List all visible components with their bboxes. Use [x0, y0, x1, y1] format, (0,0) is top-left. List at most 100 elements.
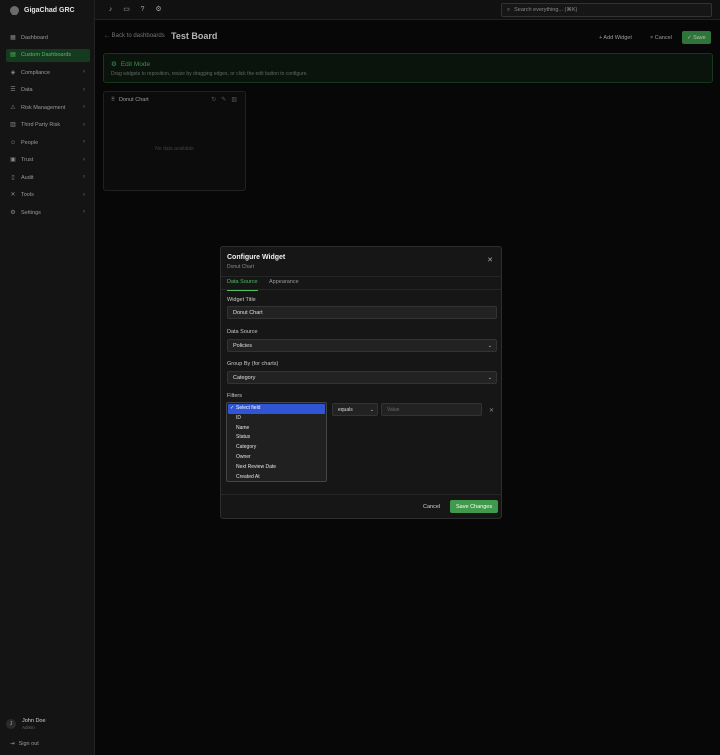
chevron-down-icon: ⌄: [487, 343, 492, 349]
alert-icon: ⚠: [10, 104, 16, 111]
sidebar-item-label: Data: [21, 87, 33, 93]
field-select-dropdown[interactable]: ✓ Select field ID Name Status Category Owner Ne…: [226, 402, 327, 482]
dropdown-option-label: Name: [236, 424, 250, 431]
signout-icon: ⇥: [10, 741, 15, 747]
modal-footer-divider: [221, 494, 501, 495]
check-shield-icon: ◈: [10, 69, 16, 76]
bell-icon[interactable]: ♪: [106, 5, 115, 14]
chevron-right-icon: ›: [83, 209, 85, 215]
modal-cancel-button[interactable]: Cancel: [417, 500, 446, 513]
users-icon: ☺: [10, 139, 17, 146]
group-by-value: Category: [233, 374, 256, 381]
brand[interactable]: GigaChad GRC: [10, 6, 75, 15]
sidebar-item-label: Audit: [21, 174, 34, 181]
data-source-label: Data Source: [227, 329, 258, 335]
search-input[interactable]: ⌕ Search everything... (⌘K): [501, 3, 712, 17]
sidebar-item-risk-management[interactable]: ⚠ Risk Management ›: [6, 101, 90, 114]
topbar: ♪ ▭ ? ⚙ ⌕ Search everything... (⌘K): [95, 0, 720, 20]
lock-icon: ▣: [10, 157, 16, 163]
dropdown-option[interactable]: Name: [227, 424, 326, 434]
data-source-select[interactable]: Policies ⌄: [227, 339, 497, 352]
operator-select[interactable]: equals ⌄: [332, 403, 378, 416]
dropdown-option-label: ID: [236, 414, 241, 421]
sidebar-item-label: Settings: [21, 209, 41, 216]
user-name: John Doe: [22, 718, 46, 724]
modal-tabs: Data Source Appearance: [221, 276, 501, 291]
chevron-right-icon: ›: [83, 191, 85, 198]
widget-title-value: Donut Chart: [233, 309, 263, 316]
sidebar-item-label: Compliance: [21, 69, 51, 76]
modal-title: Configure Widget: [227, 254, 286, 261]
save-changes-button[interactable]: Save Changes: [450, 500, 499, 513]
operator-value: equals: [338, 406, 353, 413]
search-icon: ⌕: [507, 6, 511, 13]
dropdown-option[interactable]: ✓ Select field: [228, 404, 325, 414]
filter-value-placeholder: Value: [387, 406, 400, 413]
dropdown-option[interactable]: Owner: [227, 453, 326, 463]
dropdown-option[interactable]: Created At: [227, 473, 326, 483]
signout-button[interactable]: ⇥ Sign out: [10, 741, 39, 747]
help-icon[interactable]: ?: [138, 5, 147, 14]
dropdown-option-label: Status: [236, 434, 251, 441]
chevron-right-icon: ›: [83, 86, 85, 93]
brand-logo-icon: [10, 6, 19, 15]
user-role: Admin: [22, 725, 35, 730]
remove-filter-icon[interactable]: ✕: [489, 407, 494, 414]
chevron-right-icon: ›: [83, 104, 85, 110]
sidebar-item-compliance[interactable]: ◈ Compliance ›: [6, 66, 90, 79]
dropdown-option-label: Owner: [236, 453, 251, 460]
sidebar-item-label: People: [21, 139, 39, 146]
gear-icon[interactable]: ⚙: [154, 5, 163, 14]
sidebar-item-label: Risk Management: [21, 104, 66, 111]
dropdown-option-label: Category: [236, 444, 257, 451]
sidebar-item-settings[interactable]: ⚙ Settings ›: [6, 206, 90, 219]
sidebar-item-tools[interactable]: ✕ Tools ›: [6, 189, 90, 202]
sidebar-item-trust[interactable]: ▣ Trust ›: [6, 154, 90, 167]
wrench-icon: ✕: [10, 192, 16, 198]
dropdown-option-label: Created At: [236, 473, 260, 480]
data-source-value: Policies: [233, 342, 252, 349]
sidebar: GigaChad GRC ▦ Dashboard ▤ Custom Dashboard…: [0, 0, 95, 755]
group-by-select[interactable]: Category ⌄: [227, 371, 497, 384]
user-profile[interactable]: J John Doe Admin: [6, 718, 46, 730]
inbox-icon[interactable]: ▭: [122, 5, 131, 14]
close-icon[interactable]: ✕: [487, 256, 493, 264]
sidebar-item-dashboard[interactable]: ▦ Dashboard: [6, 31, 90, 44]
dropdown-option-label: Select field: [236, 405, 261, 411]
filter-value-input[interactable]: Value: [381, 403, 482, 416]
chevron-right-icon: ›: [83, 174, 85, 180]
tab-appearance[interactable]: Appearance: [269, 279, 299, 291]
clipboard-icon: ▯: [11, 174, 15, 181]
sidebar-item-data[interactable]: ☰ Data ›: [6, 84, 90, 97]
sidebar-item-label: Tools: [21, 192, 34, 198]
chevron-right-icon: ›: [83, 139, 85, 145]
dropdown-option[interactable]: Next Review Date: [227, 463, 326, 473]
grid-icon: ▦: [10, 34, 16, 41]
sidebar-item-custom-dashboards[interactable]: ▤ Custom Dashboards: [6, 48, 90, 62]
signout-label: Sign out: [18, 741, 39, 747]
widget-title-label: Widget Title: [227, 297, 256, 303]
tab-data-source[interactable]: Data Source: [227, 279, 258, 291]
sidebar-nav: ▦ Dashboard ▤ Custom Dashboards ◈ Compliance ›…: [6, 31, 90, 224]
chevron-right-icon: ›: [83, 121, 85, 128]
filters-label: Filters: [227, 393, 242, 399]
dropdown-option[interactable]: Status: [227, 433, 326, 443]
modal-subtitle: Donut Chart: [227, 264, 254, 270]
dropdown-option-label: Next Review Date: [236, 463, 277, 470]
chevron-right-icon: ›: [83, 156, 85, 163]
dropdown-option[interactable]: ID: [227, 414, 326, 424]
app-name: GigaChad GRC: [24, 7, 75, 14]
sidebar-item-label: Trust: [21, 157, 34, 163]
dropdown-option[interactable]: Category: [227, 443, 326, 453]
widget-title-input[interactable]: Donut Chart: [227, 306, 497, 319]
sidebar-item-people[interactable]: ☺ People ›: [6, 136, 90, 149]
sidebar-item-third-party-risk[interactable]: ▥ Third Party Risk ›: [6, 119, 90, 132]
sidebar-item-audit[interactable]: ▯ Audit ›: [6, 171, 90, 184]
check-icon: ✓: [230, 405, 235, 411]
search-placeholder: Search everything... (⌘K): [514, 7, 578, 13]
chevron-down-icon: ⌄: [487, 375, 492, 381]
sidebar-item-label: Third Party Risk: [21, 122, 61, 128]
sidebar-item-label: Custom Dashboards: [21, 52, 72, 58]
building-icon: ▥: [10, 122, 16, 128]
sidebar-item-label: Dashboard: [21, 34, 48, 41]
